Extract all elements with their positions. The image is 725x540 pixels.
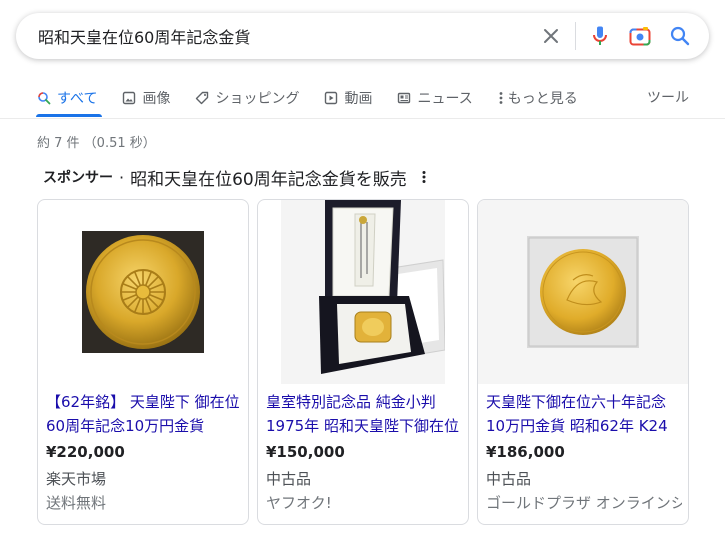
gold-coin-photo[interactable] xyxy=(38,200,248,384)
product-card[interactable]: 皇室特別記念品 純金小判 1975年 昭和天皇陛下御在位 ¥150,000 中古… xyxy=(257,199,469,525)
tab-images[interactable]: 画像 xyxy=(121,86,170,110)
image-icon xyxy=(121,90,137,106)
product-shipping: ヤフオク! xyxy=(266,494,332,512)
product-shipping: 送料無料 xyxy=(46,494,107,512)
search-tabs: すべて 画像 ショッピング 動画 ニュース もっと見る xyxy=(36,86,602,110)
tab-more[interactable]: もっと見る xyxy=(497,86,578,110)
more-options-icon[interactable] xyxy=(417,167,431,187)
tab-label: すべて xyxy=(57,91,98,107)
tab-news[interactable]: ニュース xyxy=(396,86,473,110)
tools-button[interactable]: ツール xyxy=(647,86,689,110)
tab-label: ショッピング xyxy=(215,91,300,107)
tag-icon xyxy=(194,90,210,106)
product-merchant: 中古品 xyxy=(486,470,532,488)
product-merchant: 楽天市場 xyxy=(46,470,107,488)
search-icon xyxy=(36,90,52,106)
sponsored-label: スポンサー xyxy=(43,170,113,186)
tab-label: ニュース xyxy=(417,91,473,107)
news-icon xyxy=(396,90,412,106)
tab-label: もっと見る xyxy=(507,91,578,107)
product-card[interactable]: 【62年銘】 天皇陛下 御在位60周年記念10万円金貨 ¥220,000 楽天市… xyxy=(37,199,249,525)
camera-icon[interactable] xyxy=(628,24,652,48)
search-divider xyxy=(575,22,576,50)
product-card[interactable]: 天皇陛下御在位六十年記念 10万円金貨 昭和62年 K24 ¥186,000 中… xyxy=(477,199,689,525)
gold-coin-in-holder-photo[interactable] xyxy=(478,200,688,384)
mic-icon[interactable] xyxy=(588,24,612,48)
result-stats: 約 7 件 （0.51 秒） xyxy=(37,136,156,151)
tab-shopping[interactable]: ショッピング xyxy=(194,86,299,110)
tab-all[interactable]: すべて xyxy=(36,86,97,110)
product-merchant: 中古品 xyxy=(266,470,312,488)
play-icon xyxy=(323,90,339,106)
more-vert-icon xyxy=(497,90,505,106)
search-input[interactable] xyxy=(38,13,518,59)
tab-videos[interactable]: 動画 xyxy=(323,86,372,110)
product-price: ¥220,000 xyxy=(46,443,125,461)
tab-label: 動画 xyxy=(344,91,373,107)
product-price: ¥150,000 xyxy=(266,443,345,461)
search-icon[interactable] xyxy=(668,24,692,48)
product-title[interactable]: 【62年銘】 天皇陛下 御在位60周年記念10万円金貨 xyxy=(46,390,242,438)
gold-bar-in-case-photo[interactable] xyxy=(258,200,468,384)
product-title[interactable]: 皇室特別記念品 純金小判 1975年 昭和天皇陛下御在位 xyxy=(266,390,462,438)
sponsored-title: 昭和天皇在位60周年記念金貨を販売 xyxy=(130,169,407,190)
product-shipping: ゴールドプラザ オンラインショップ xyxy=(486,494,682,512)
header-divider xyxy=(0,118,725,119)
search-bar xyxy=(16,13,709,59)
sponsored-header: スポンサー · 昭和天皇在位60周年記念金貨を販売 xyxy=(43,163,431,191)
product-price: ¥186,000 xyxy=(486,443,565,461)
sponsored-separator: · xyxy=(119,167,125,187)
active-tab-indicator xyxy=(36,114,102,117)
tab-label: 画像 xyxy=(142,91,171,107)
product-title[interactable]: 天皇陛下御在位六十年記念 10万円金貨 昭和62年 K24 xyxy=(486,390,682,438)
close-icon[interactable] xyxy=(539,24,563,48)
